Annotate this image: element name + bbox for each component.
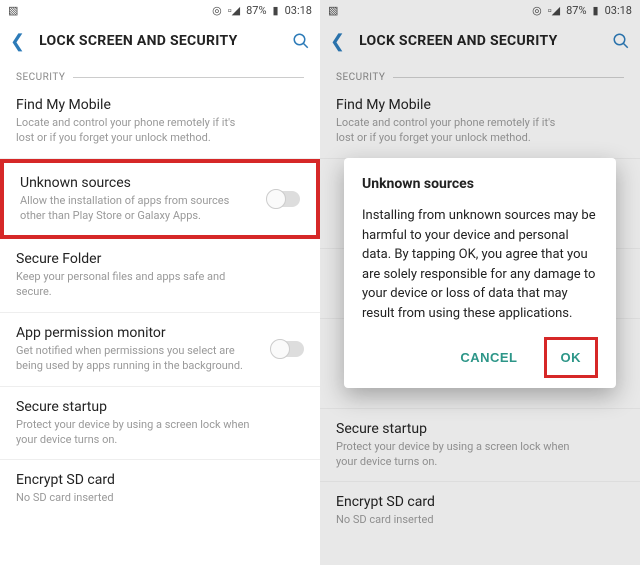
item-title: Unknown sources (20, 175, 300, 191)
item-desc: Get notified when permissions you select… (16, 344, 304, 374)
vibrate-icon: ◎ (212, 4, 222, 17)
dialog-body: Installing from unknown sources may be h… (362, 206, 598, 323)
item-title: App permission monitor (16, 325, 304, 341)
item-desc: Keep your personal files and apps safe a… (16, 270, 304, 300)
clock: 03:18 (285, 4, 312, 17)
section-header: SECURITY (0, 62, 320, 85)
item-secure-folder[interactable]: Secure Folder Keep your personal files a… (0, 239, 320, 313)
item-desc: Locate and control your phone remotely i… (16, 116, 304, 146)
item-title: Secure startup (16, 399, 304, 415)
search-icon[interactable] (292, 32, 310, 50)
toggle-permissions[interactable] (272, 341, 304, 357)
item-desc: Protect your device by using a screen lo… (16, 418, 304, 448)
dialog-scrim[interactable]: Unknown sources Installing from unknown … (320, 0, 640, 565)
phone-screen-right: ▧ ◎ ▫◢ 87% ▮ 03:18 ❮ LOCK SCREEN AND SEC… (320, 0, 640, 565)
page-title: LOCK SCREEN AND SECURITY (39, 33, 278, 49)
battery-pct: 87% (246, 4, 266, 17)
dialog-title: Unknown sources (362, 176, 598, 192)
status-bar: ▧ ◎ ▫◢ 87% ▮ 03:18 (0, 0, 320, 20)
item-unknown-sources[interactable]: Unknown sources Allow the installation o… (0, 159, 320, 240)
cancel-button[interactable]: CANCEL (452, 344, 525, 371)
picture-icon: ▧ (8, 4, 18, 17)
item-app-permission-monitor[interactable]: App permission monitor Get notified when… (0, 313, 320, 387)
signal-icon: ▫◢ (228, 4, 240, 17)
item-encrypt-sd[interactable]: Encrypt SD card No SD card inserted (0, 460, 320, 518)
item-secure-startup[interactable]: Secure startup Protect your device by us… (0, 387, 320, 461)
back-icon[interactable]: ❮ (10, 31, 25, 52)
battery-icon: ▮ (273, 4, 279, 17)
item-title: Secure Folder (16, 251, 304, 267)
item-desc: Allow the installation of apps from sour… (20, 194, 300, 224)
item-find-my-mobile[interactable]: Find My Mobile Locate and control your p… (0, 85, 320, 159)
divider (73, 77, 304, 78)
toggle-unknown-sources[interactable] (268, 191, 300, 207)
phone-screen-left: ▧ ◎ ▫◢ 87% ▮ 03:18 ❮ LOCK SCREEN AND SEC… (0, 0, 320, 565)
dialog-actions: CANCEL OK (362, 337, 598, 378)
item-title: Find My Mobile (16, 97, 304, 113)
item-title: Encrypt SD card (16, 472, 304, 488)
section-label: SECURITY (16, 72, 65, 83)
ok-button[interactable]: OK (553, 344, 590, 371)
unknown-sources-dialog: Unknown sources Installing from unknown … (344, 158, 616, 388)
app-bar: ❮ LOCK SCREEN AND SECURITY (0, 20, 320, 62)
item-desc: No SD card inserted (16, 491, 304, 506)
ok-highlight: OK (544, 337, 599, 378)
